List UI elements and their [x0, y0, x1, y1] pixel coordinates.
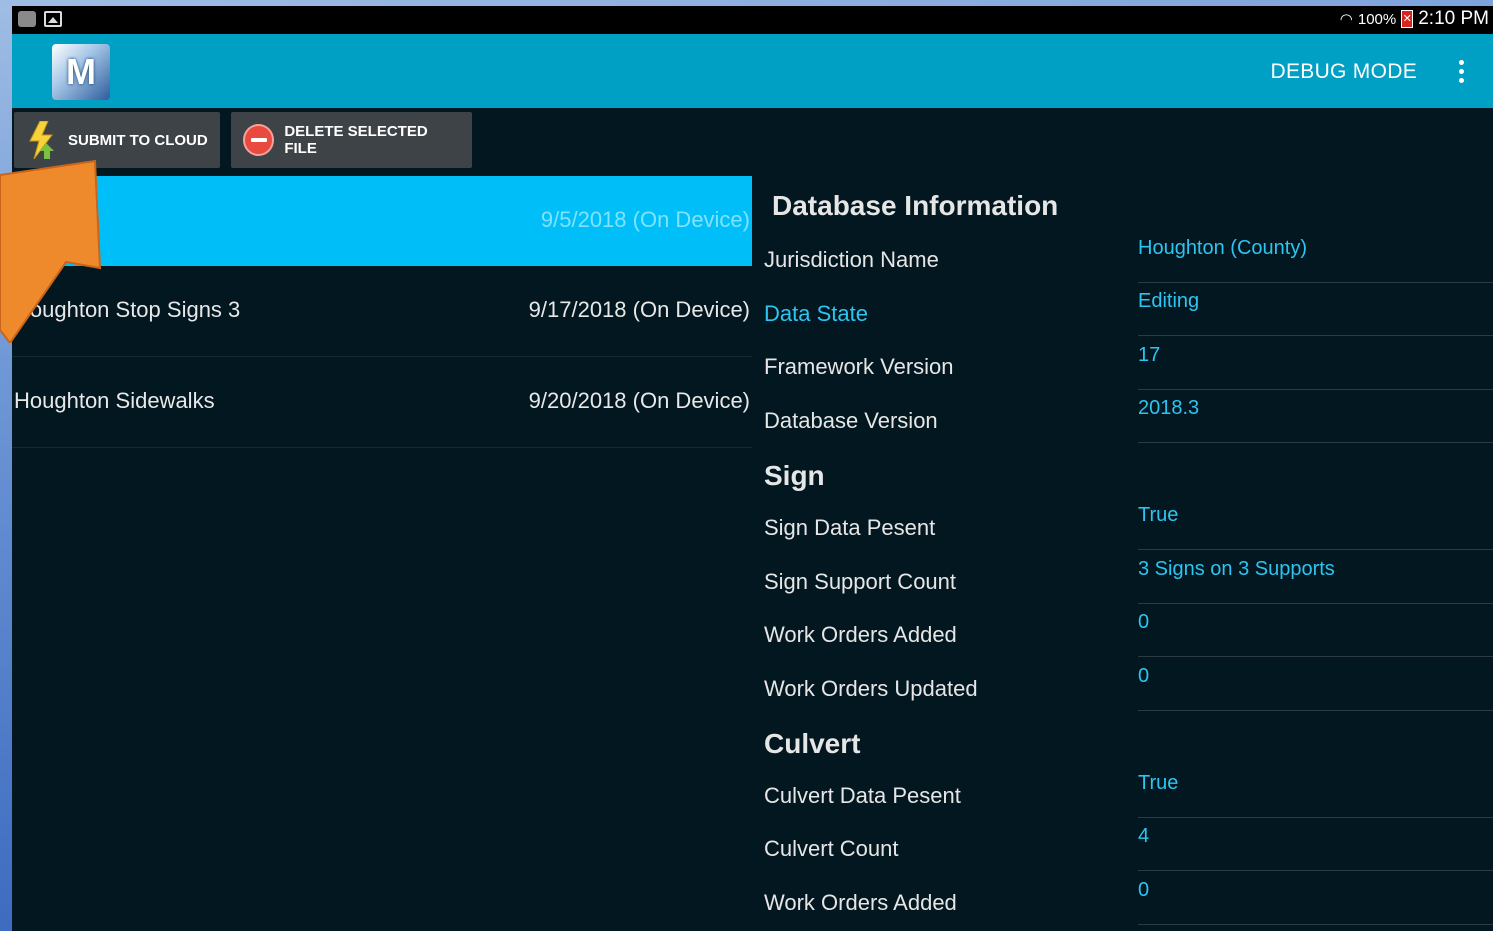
battery-percent: 100%: [1357, 10, 1397, 28]
debug-mode-button[interactable]: DEBUG MODE: [1270, 60, 1417, 84]
notification-app-icon: [18, 11, 36, 27]
delete-selected-file-button[interactable]: DELETE SELECTED FILE: [231, 112, 472, 168]
file-toolbar: SUBMIT TO CLOUD DELETE SELECTED FILE: [12, 108, 1493, 174]
row-divider: [1138, 335, 1493, 336]
battery-icon: [1401, 10, 1414, 28]
row-divider: [1138, 549, 1493, 550]
action-bar: M DEBUG MODE: [12, 34, 1493, 108]
annotation-arrow-icon: [0, 159, 102, 343]
info-label-culvert-work-orders-added: Work Orders Added: [764, 890, 957, 915]
row-divider: [1138, 389, 1493, 390]
info-label-framework-version: Framework Version: [764, 354, 954, 379]
info-label-jurisdiction-name: Jurisdiction Name: [764, 247, 939, 272]
database-information-heading: Database Information: [772, 190, 1059, 221]
info-label-sign-support-count: Sign Support Count: [764, 569, 957, 594]
info-value-sign-work-orders-updated: 0: [1138, 665, 1150, 687]
status-bar: ◠ 100% 2:10 PM: [12, 6, 1493, 34]
info-value-culvert-count: 4: [1138, 825, 1150, 847]
status-bar-system: ◠ 100% 2:10 PM: [1340, 8, 1489, 30]
file-list-item-selected[interactable]: 9/5/2018 (On Device): [12, 176, 752, 266]
row-divider: [1138, 282, 1493, 283]
info-value-culvert-work-orders-added: 0: [1138, 879, 1150, 901]
file-name: Houghton Sidewalks: [14, 388, 215, 413]
file-list-item[interactable]: Houghton Stop Signs 3 9/17/2018 (On Devi…: [12, 266, 752, 357]
info-value-sign-work-orders-added: 0: [1138, 611, 1150, 633]
info-value-jurisdiction-name: Houghton (County): [1138, 237, 1307, 259]
info-label-sign-work-orders-updated: Work Orders Updated: [764, 676, 978, 701]
menu-dot: [1458, 68, 1464, 74]
file-date: 9/5/2018 (On Device): [540, 207, 750, 232]
file-list: 9/5/2018 (On Device) Houghton Stop Signs…: [12, 176, 752, 448]
row-divider: [1138, 442, 1493, 443]
row-divider: [1138, 656, 1493, 657]
culvert-heading: Culvert: [764, 728, 861, 759]
info-label-culvert-count: Culvert Count: [764, 836, 899, 861]
slide-background-left: [0, 0, 12, 931]
info-label-database-version: Database Version: [764, 408, 938, 433]
info-value-sign-support-count: 3 Signs on 3 Supports: [1138, 558, 1335, 580]
menu-dot: [1458, 77, 1464, 83]
info-label-sign-data-present: Sign Data Pesent: [764, 515, 936, 540]
lightning-bolt-icon: [26, 120, 56, 160]
menu-dot: [1458, 59, 1464, 65]
file-date: 9/17/2018 (On Device): [528, 297, 750, 322]
clock: 2:10 PM: [1418, 8, 1489, 29]
info-label-sign-work-orders-added: Work Orders Added: [764, 622, 957, 647]
sign-heading: Sign: [764, 460, 825, 491]
screenshot-notification-icon: [44, 11, 62, 27]
info-label-data-state: Data State: [764, 301, 868, 326]
row-divider: [1138, 924, 1493, 925]
row-divider: [1138, 710, 1493, 711]
submit-to-cloud-label: SUBMIT TO CLOUD: [68, 131, 208, 149]
row-divider: [1138, 817, 1493, 818]
tablet-screen: ◠ 100% 2:10 PM M DEBUG MODE SUBMIT TO CL: [12, 6, 1493, 931]
app-logo-icon[interactable]: M: [52, 44, 110, 100]
delete-selected-file-label: DELETE SELECTED FILE: [284, 123, 428, 157]
file-date: 9/20/2018 (On Device): [528, 388, 750, 413]
app-logo-letter: M: [66, 51, 96, 92]
overflow-menu-icon[interactable]: [1451, 54, 1471, 88]
info-value-data-state: Editing: [1138, 290, 1200, 312]
status-bar-notifications: [18, 11, 62, 27]
info-value-framework-version: 17: [1138, 344, 1161, 366]
info-value-sign-data-present: True: [1138, 504, 1179, 526]
info-label-culvert-data-present: Culvert Data Pesent: [764, 783, 961, 808]
info-value-database-version: 2018.3: [1138, 397, 1200, 419]
wifi-icon: ◠: [1339, 11, 1353, 28]
delete-minus-icon: [243, 124, 275, 156]
row-divider: [1138, 870, 1493, 871]
row-divider: [1138, 603, 1493, 604]
file-list-item[interactable]: Houghton Sidewalks 9/20/2018 (On Device): [12, 357, 752, 448]
info-value-culvert-data-present: True: [1138, 772, 1179, 794]
